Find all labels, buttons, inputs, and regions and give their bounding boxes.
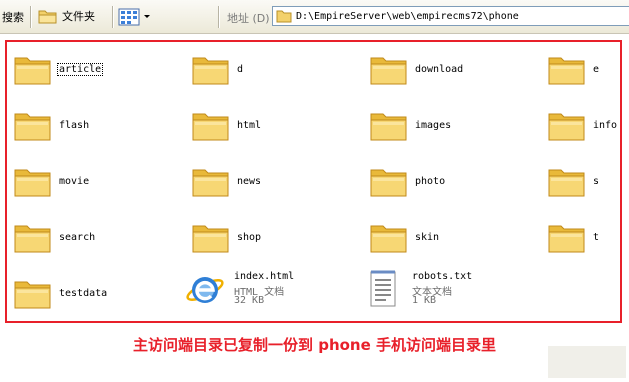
watermark-logo — [548, 346, 626, 378]
annotation-caption: 主访问端目录已复制一份到 phone 手机访问端目录里 — [132, 336, 497, 354]
views-button[interactable] — [118, 7, 151, 27]
toolbar-separator — [30, 6, 32, 28]
address-label: 地址 (D) — [227, 12, 270, 25]
toolbar-separator — [218, 6, 220, 28]
folders-icon — [38, 10, 57, 24]
chevron-down-icon — [144, 15, 150, 18]
toolbar-separator — [112, 6, 114, 28]
annotation-box — [5, 40, 622, 323]
toolbar: 搜索 文件夹 地址 (D) D:\EmpireServer\web\empire… — [0, 0, 629, 34]
address-bar[interactable]: D:\EmpireServer\web\empirecms72\phone — [272, 6, 629, 26]
address-input[interactable]: D:\EmpireServer\web\empirecms72\phone — [296, 11, 519, 22]
views-icon — [118, 8, 140, 26]
folder-icon — [276, 10, 292, 23]
folders-label: 文件夹 — [62, 10, 95, 23]
search-button[interactable]: 搜索 — [2, 9, 24, 25]
folders-button[interactable]: 文件夹 — [38, 5, 95, 27]
